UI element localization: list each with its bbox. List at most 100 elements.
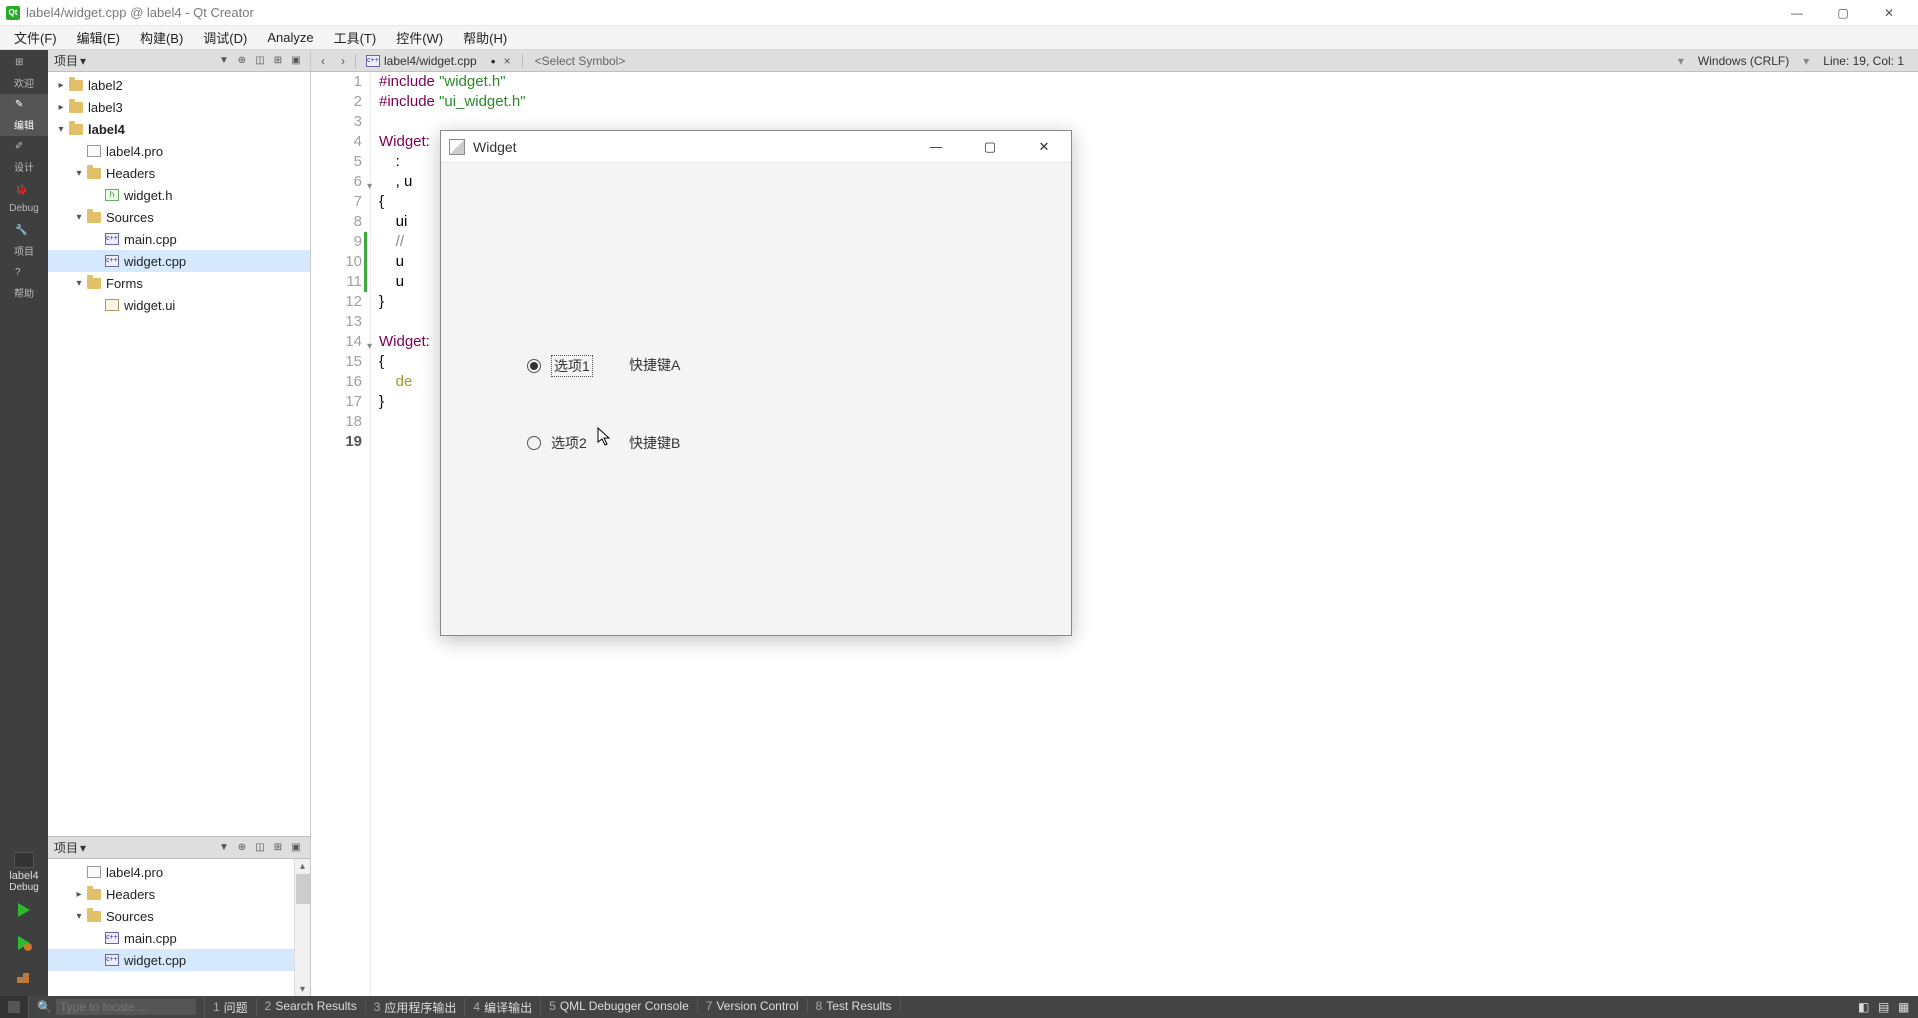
mode-编辑[interactable]: ✎编辑 <box>0 94 48 136</box>
line-number[interactable]: 7 <box>311 192 362 212</box>
line-number[interactable]: 1 <box>311 72 362 92</box>
dropdown-icon[interactable]: ▾ <box>80 841 86 855</box>
line-number[interactable]: 12 <box>311 292 362 312</box>
dropdown-icon[interactable]: ▾ <box>80 54 86 68</box>
line-number[interactable]: 14 <box>311 332 362 352</box>
close-panel-icon[interactable]: ▣ <box>288 54 304 68</box>
menu-analyze[interactable]: Analyze <box>257 28 323 47</box>
output-pane-version-control[interactable]: 7Version Control <box>698 999 808 1013</box>
line-number[interactable]: 8 <box>311 212 362 232</box>
locator[interactable]: 🔍 <box>29 996 205 1018</box>
mode-欢迎[interactable]: ⊞欢迎 <box>0 52 48 94</box>
fold-icon[interactable]: ▾ <box>362 177 372 187</box>
progress-icon[interactable]: ◧ <box>1858 1000 1872 1014</box>
filter-icon[interactable]: ▼ <box>216 54 232 68</box>
output-pane-编译输出[interactable]: 4编译输出 <box>465 999 541 1016</box>
line-number[interactable]: 5 <box>311 152 362 172</box>
line-number[interactable]: 19 <box>311 432 362 452</box>
menu-e[interactable]: 编辑(E) <box>67 26 130 49</box>
build-button[interactable] <box>15 967 33 990</box>
line-number[interactable]: 15 <box>311 352 362 372</box>
tree-item-Sources[interactable]: ▾Sources <box>48 905 310 927</box>
mode-设计[interactable]: ✐设计 <box>0 136 48 178</box>
line-number[interactable]: 4 <box>311 132 362 152</box>
cursor-position[interactable]: Line: 19, Col: 1 <box>1813 54 1914 68</box>
line-gutter[interactable]: 12345▾678910111213▾141516171819 <box>311 72 371 996</box>
tree-item-label2[interactable]: ▸label2 <box>48 74 310 96</box>
line-number[interactable]: 2 <box>311 92 362 112</box>
line-ending[interactable]: Windows (CRLF) <box>1688 54 1799 68</box>
debug-run-button[interactable] <box>15 934 33 957</box>
chevron-icon[interactable]: ▸ <box>54 80 68 91</box>
output-pane-test-results[interactable]: 8Test Results <box>808 999 901 1013</box>
chevron-icon[interactable]: ▾ <box>72 911 86 922</box>
output-pane-search-results[interactable]: 2Search Results <box>257 999 366 1013</box>
radio-option-1[interactable]: 选项1 <box>527 355 593 377</box>
nav-forward-button[interactable]: › <box>335 53 351 69</box>
menu-f[interactable]: 文件(F) <box>4 26 67 49</box>
tree-item-widget-h[interactable]: widget.h <box>48 184 310 206</box>
locator-input[interactable] <box>56 999 196 1015</box>
nav-back-button[interactable]: ‹ <box>315 53 331 69</box>
app-title-bar[interactable]: Widget — ▢ ✕ <box>441 131 1071 163</box>
chevron-icon[interactable]: ▾ <box>72 168 86 179</box>
add-icon[interactable]: ⊞ <box>270 54 286 68</box>
tree-item-Headers[interactable]: ▾Headers <box>48 162 310 184</box>
tree-item-main-cpp[interactable]: main.cpp <box>48 228 310 250</box>
mode-项目[interactable]: 🔧项目 <box>0 220 48 262</box>
dropdown-icon[interactable]: ▾ <box>1803 54 1809 68</box>
scroll-up-icon[interactable]: ▴ <box>295 859 310 873</box>
tree-item-Sources[interactable]: ▾Sources <box>48 206 310 228</box>
menu-d[interactable]: 调试(D) <box>193 26 257 49</box>
line-number[interactable]: 9 <box>311 232 362 252</box>
tree-item-widget-ui[interactable]: widget.ui <box>48 294 310 316</box>
sidebar-toggle-icon[interactable]: ▤ <box>1878 1000 1892 1014</box>
project-tree[interactable]: ▸label2▸label3▾label4label4.pro▾Headersw… <box>48 72 310 836</box>
tree-item-Headers[interactable]: ▸Headers <box>48 883 310 905</box>
open-docs-tree[interactable]: ▴ ▾ label4.pro▸Headers▾Sourcesmain.cppwi… <box>48 859 310 996</box>
run-button[interactable] <box>15 901 33 924</box>
output-pane-问题[interactable]: 1问题 <box>205 999 257 1016</box>
menu-t[interactable]: 工具(T) <box>324 26 387 49</box>
scroll-down-icon[interactable]: ▾ <box>295 982 310 996</box>
chevron-icon[interactable]: ▾ <box>72 212 86 223</box>
chevron-icon[interactable]: ▾ <box>72 278 86 289</box>
close-button[interactable]: ✕ <box>1866 1 1912 25</box>
line-number[interactable]: 6 <box>311 172 362 192</box>
mode-帮助[interactable]: ?帮助 <box>0 262 48 304</box>
file-selector[interactable]: label4/widget.cpp <box>360 54 483 68</box>
tree-item-Forms[interactable]: ▾Forms <box>48 272 310 294</box>
line-number[interactable]: 10 <box>311 252 362 272</box>
scrollbar[interactable]: ▴ ▾ <box>294 859 310 996</box>
line-number[interactable]: 3 <box>311 112 362 132</box>
link-icon[interactable]: ⊕ <box>234 841 250 855</box>
tree-item-label4[interactable]: ▾label4 <box>48 118 310 140</box>
code-line[interactable]: #include "ui_widget.h" <box>379 92 526 112</box>
mode-debug[interactable]: 🐞Debug <box>0 178 48 220</box>
scroll-thumb[interactable] <box>296 874 310 904</box>
output-pane-qml-debugger-console[interactable]: 5QML Debugger Console <box>541 999 698 1013</box>
tree-item-widget-cpp[interactable]: widget.cpp <box>48 250 310 272</box>
minimize-button[interactable]: — <box>1774 1 1820 25</box>
chevron-icon[interactable]: ▾ <box>54 124 68 135</box>
close-panel-icon[interactable]: ▣ <box>288 841 304 855</box>
menu-w[interactable]: 控件(W) <box>386 26 453 49</box>
fold-icon[interactable]: ▾ <box>362 337 372 347</box>
close-file-button[interactable]: × <box>504 54 518 68</box>
app-close-button[interactable]: ✕ <box>1029 139 1059 155</box>
line-number[interactable]: 13 <box>311 312 362 332</box>
split-icon[interactable]: ◫ <box>252 841 268 855</box>
app-maximize-button[interactable]: ▢ <box>975 139 1005 155</box>
link-icon[interactable]: ⊕ <box>234 54 250 68</box>
line-number[interactable]: 16 <box>311 372 362 392</box>
dropdown-icon[interactable]: ▾ <box>1678 54 1684 68</box>
line-number[interactable]: 11 <box>311 272 362 292</box>
maximize-button[interactable]: ▢ <box>1820 1 1866 25</box>
tree-item-label4-pro[interactable]: label4.pro <box>48 861 310 883</box>
code-line[interactable] <box>379 112 526 132</box>
output-toggle-icon[interactable]: ▦ <box>1898 1000 1912 1014</box>
tree-item-label3[interactable]: ▸label3 <box>48 96 310 118</box>
kit-selector[interactable]: label4 Debug <box>9 848 38 895</box>
radio-option-2[interactable]: 选项2 <box>527 433 587 453</box>
line-number[interactable]: 18 <box>311 412 362 432</box>
